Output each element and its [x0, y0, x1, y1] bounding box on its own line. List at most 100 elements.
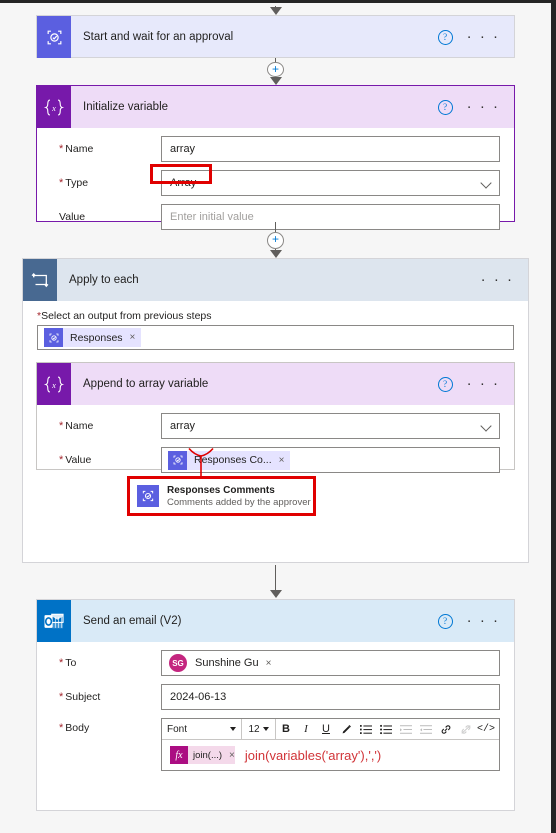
- bulleted-list-icon: [380, 724, 392, 734]
- card-header-actions: ? · · ·: [437, 29, 514, 45]
- font-size-dropdown[interactable]: 12: [242, 719, 276, 739]
- token-chip-responses[interactable]: Responses ×: [44, 328, 142, 347]
- field-label-to: To: [51, 657, 161, 669]
- card-title: Append to array variable: [83, 378, 209, 390]
- approval-token-icon: [44, 328, 63, 347]
- body-content-area[interactable]: fx join(...) × join(variables('array'),'…: [162, 740, 499, 770]
- text-highlight-button[interactable]: [336, 724, 356, 735]
- card-header[interactable]: Send an email (V2) ? · · ·: [37, 600, 514, 642]
- variable-icon: x: [37, 363, 71, 405]
- more-options-icon[interactable]: · · ·: [467, 376, 500, 391]
- form-row-value: Value Enter initial value: [51, 204, 500, 230]
- body-rich-text-editor[interactable]: Font 12 B I U </> fx join(...) × join(va…: [161, 718, 500, 771]
- chevron-down-icon: [480, 177, 492, 189]
- bold-button[interactable]: B: [276, 723, 296, 735]
- card-title: Send an email (V2): [83, 615, 182, 627]
- field-label-body: Body: [51, 722, 161, 734]
- link-icon: [441, 724, 451, 734]
- help-icon[interactable]: ?: [437, 99, 453, 115]
- field-label-value: Value: [51, 454, 161, 466]
- initial-value-input[interactable]: Enter initial value: [161, 204, 500, 230]
- highlighter-icon: [342, 724, 351, 733]
- to-input[interactable]: SG Sunshine Gu ×: [161, 650, 500, 676]
- expression-token-label: join(...): [193, 749, 223, 761]
- card-header-actions: ? · · ·: [437, 376, 514, 392]
- foreach-loop-icon: [23, 259, 57, 301]
- remove-link-button[interactable]: [456, 724, 476, 735]
- form-row-name: Name array: [51, 136, 500, 162]
- card-header-actions: · · ·: [481, 272, 528, 287]
- font-family-dropdown[interactable]: Font: [162, 719, 242, 739]
- more-options-icon[interactable]: · · ·: [467, 99, 500, 114]
- connector-approval-to-initvar: +: [0, 58, 551, 85]
- token-chip-label: Responses: [70, 331, 123, 344]
- outlook-icon: [37, 600, 71, 642]
- subject-input[interactable]: 2024-06-13: [161, 684, 500, 710]
- field-label-name: Name: [51, 143, 161, 155]
- avatar: SG: [169, 654, 187, 672]
- numbered-list-button[interactable]: [356, 724, 376, 735]
- field-label-type: Type: [51, 177, 161, 189]
- more-options-icon[interactable]: · · ·: [481, 272, 514, 287]
- remove-token-icon[interactable]: ×: [279, 455, 285, 466]
- type-dropdown-value: Array: [170, 177, 197, 189]
- field-label-name: Name: [51, 420, 161, 432]
- to-recipient-label: Sunshine Gu: [195, 657, 259, 669]
- chevron-down-icon: [480, 420, 492, 432]
- field-label-subject: Subject: [51, 691, 161, 703]
- underline-button[interactable]: U: [316, 723, 336, 735]
- indent-icon: [420, 724, 432, 734]
- foreach-select-input[interactable]: Responses ×: [37, 325, 514, 350]
- help-icon[interactable]: ?: [437, 376, 453, 392]
- tooltip-title: Responses Comments: [167, 484, 275, 496]
- field-label-value: Value: [59, 211, 86, 223]
- remove-token-icon[interactable]: ×: [130, 332, 136, 343]
- more-options-icon[interactable]: · · ·: [467, 613, 500, 628]
- indent-decrease-button[interactable]: [396, 724, 416, 735]
- svg-text:x: x: [51, 102, 56, 112]
- initialize-variable-form: Name array Type Array Value Enter initia…: [37, 136, 514, 230]
- tooltip-responses-comments: Responses Comments Comments added by the…: [127, 476, 316, 516]
- more-options-icon[interactable]: · · ·: [467, 29, 500, 44]
- connector-top: [0, 6, 551, 15]
- card-header[interactable]: x Initialize variable ? · · ·: [37, 86, 514, 128]
- chevron-down-icon: [262, 727, 269, 731]
- send-email-form: To SG Sunshine Gu × Subject 2024-06-13 B…: [37, 650, 514, 771]
- editor-toolbar: Font 12 B I U </>: [162, 719, 499, 740]
- form-row-name: Name array: [51, 413, 500, 439]
- form-row-to: To SG Sunshine Gu ×: [51, 650, 500, 676]
- help-icon[interactable]: ?: [437, 613, 453, 629]
- insert-step-button[interactable]: +: [267, 61, 284, 78]
- remove-recipient-icon[interactable]: ×: [266, 658, 272, 669]
- variable-name-dropdown[interactable]: array: [161, 413, 500, 439]
- card-header-actions: ? · · ·: [437, 613, 514, 629]
- action-card-initialize-variable[interactable]: x Initialize variable ? · · · Name array…: [36, 85, 515, 230]
- expression-token-chip[interactable]: fx join(...) ×: [170, 746, 235, 764]
- annotation-arrow: [188, 447, 214, 480]
- font-family-value: Font: [167, 723, 188, 735]
- action-card-send-an-email[interactable]: Send an email (V2) ? · · · To SG Sunshin…: [36, 599, 515, 811]
- indent-increase-button[interactable]: [416, 724, 436, 735]
- card-header[interactable]: Apply to each · · ·: [23, 259, 528, 301]
- append-to-array-form: Name array Value: [37, 413, 514, 473]
- italic-button[interactable]: I: [296, 723, 316, 735]
- help-icon[interactable]: ?: [437, 29, 453, 45]
- name-input[interactable]: array: [161, 136, 500, 162]
- action-card-approval[interactable]: Start and wait for an approval ? · · ·: [36, 15, 515, 58]
- flow-designer-canvas: Start and wait for an approval ? · · · +: [0, 0, 556, 833]
- foreach-select-label-text: Select an output from previous steps: [41, 310, 212, 322]
- action-card-append-to-array-variable[interactable]: x Append to array variable ? · · · Name …: [36, 362, 515, 473]
- form-row-body: Body Font 12 B I: [51, 718, 500, 771]
- bulleted-list-button[interactable]: [376, 724, 396, 735]
- remove-token-icon[interactable]: ×: [229, 750, 235, 761]
- insert-link-button[interactable]: [436, 724, 456, 735]
- insert-step-button[interactable]: +: [267, 232, 284, 249]
- approval-icon: [37, 16, 71, 58]
- type-dropdown[interactable]: Array: [161, 170, 500, 196]
- code-view-button[interactable]: </>: [476, 724, 496, 735]
- card-header[interactable]: Start and wait for an approval ? · · ·: [37, 16, 514, 58]
- svg-text:x: x: [51, 379, 56, 389]
- card-header[interactable]: x Append to array variable ? · · ·: [37, 363, 514, 405]
- approval-token-icon: [137, 485, 159, 507]
- form-row-type: Type Array: [51, 170, 500, 196]
